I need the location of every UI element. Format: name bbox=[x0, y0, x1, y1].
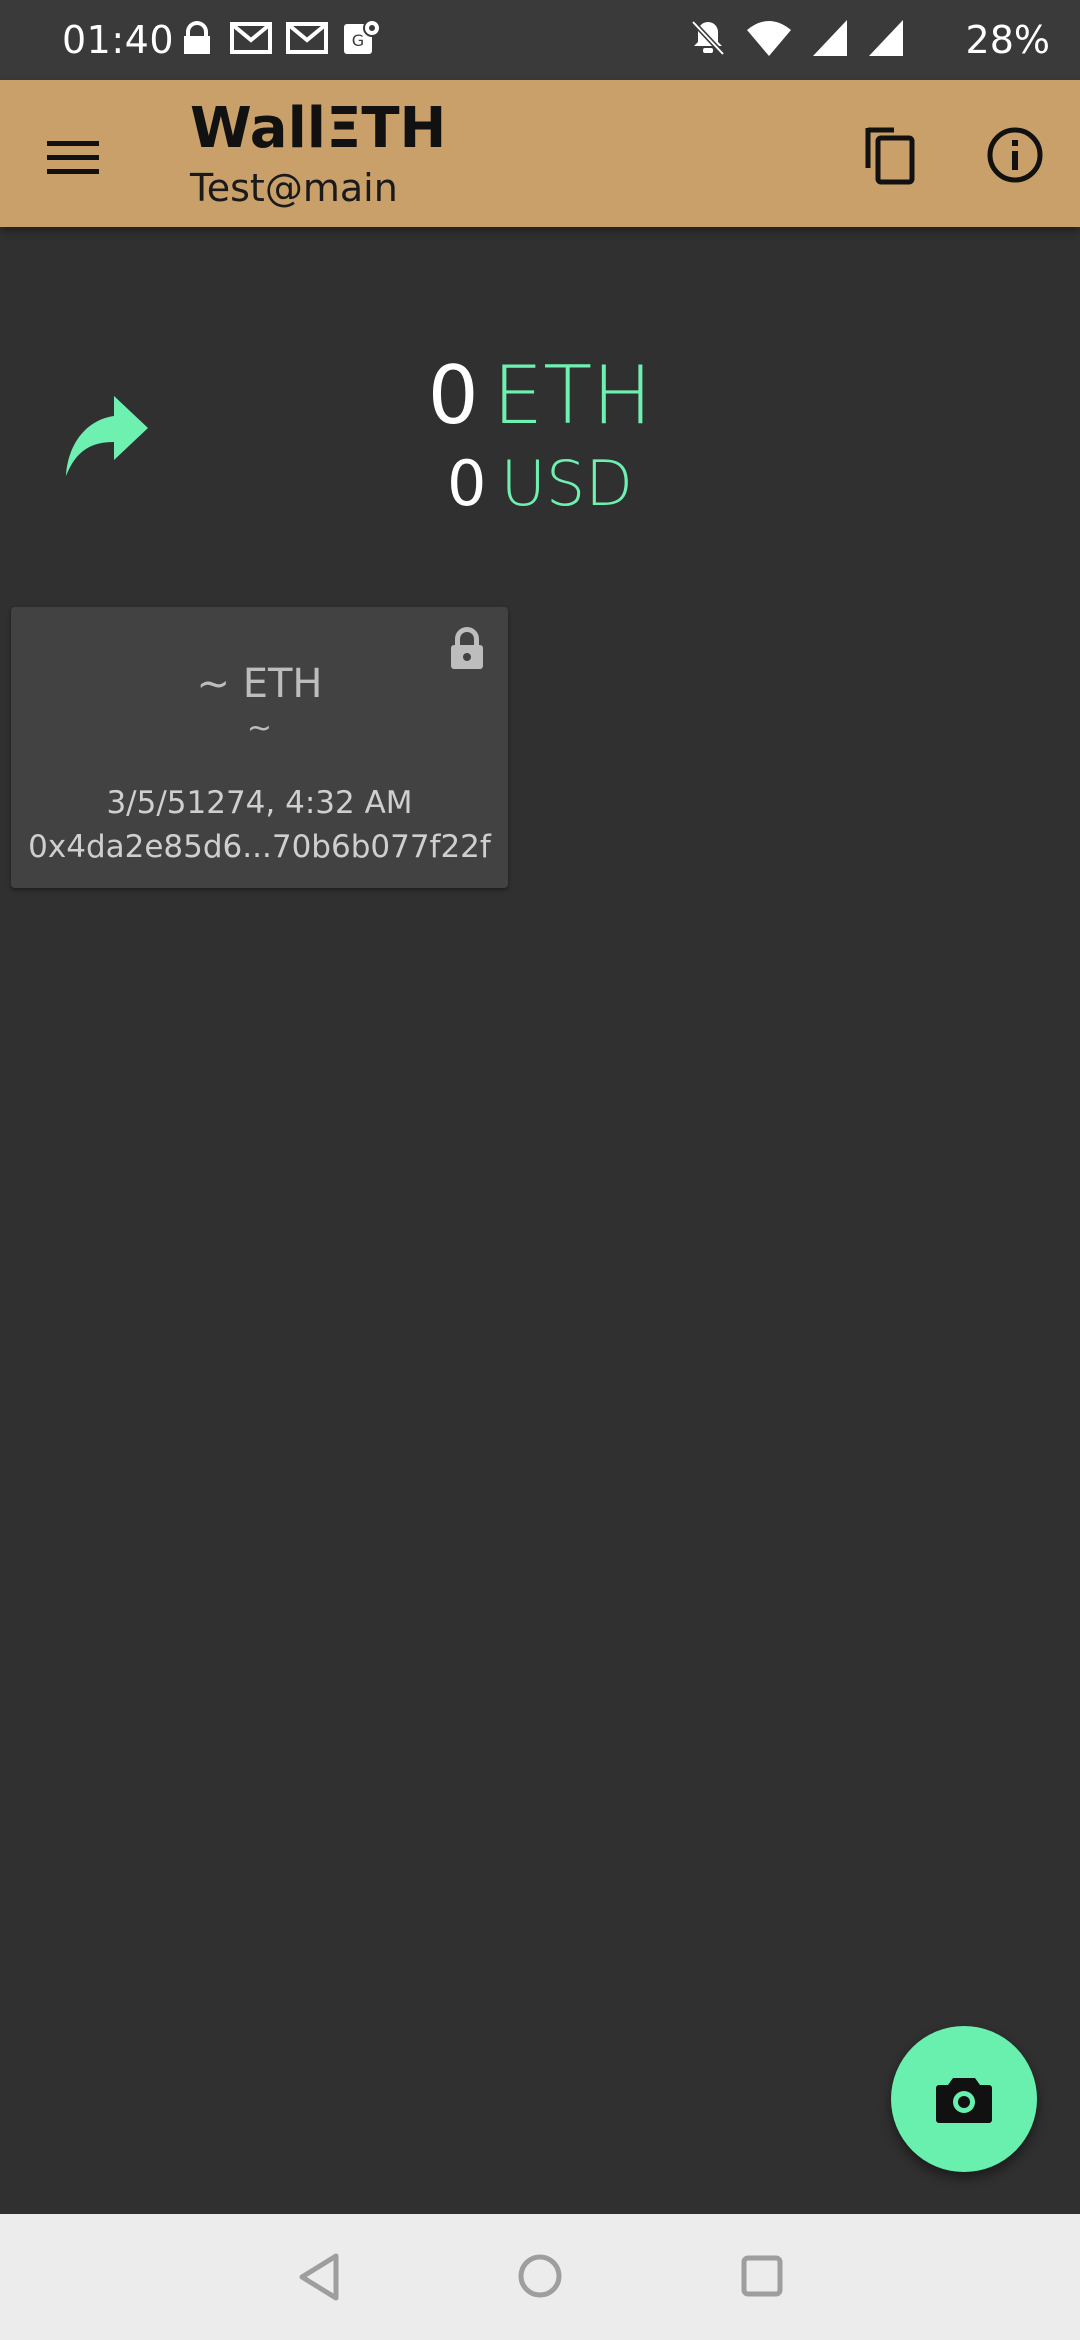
transaction-fiat-value: ~ bbox=[246, 711, 273, 746]
back-icon[interactable] bbox=[296, 2252, 342, 2302]
lock-notification-icon bbox=[184, 21, 210, 54]
transaction-card[interactable]: ~ ETH ~ 3/5/51274, 4:32 AM 0x4da2e85d6..… bbox=[11, 607, 508, 888]
home-icon[interactable] bbox=[516, 2252, 564, 2300]
gmail-icon bbox=[230, 22, 272, 54]
signal-icon bbox=[813, 20, 847, 56]
camera-icon bbox=[936, 2078, 992, 2123]
navigation-bar bbox=[0, 2214, 1080, 2340]
screen: 01:40 G 28% WallΞTH Test@main 0 ETH 0 US… bbox=[0, 0, 1080, 2340]
eth-unit: ETH bbox=[492, 349, 653, 442]
system-icons bbox=[689, 18, 905, 58]
fiat-unit: USD bbox=[500, 447, 633, 520]
svg-text:G: G bbox=[352, 31, 364, 50]
app-title: WallΞTH bbox=[190, 96, 447, 161]
account-name: Test@main bbox=[190, 166, 398, 210]
fiat-balance: 0 USD bbox=[0, 448, 1080, 520]
app-bar: WallΞTH Test@main bbox=[0, 80, 1080, 227]
menu-button[interactable] bbox=[40, 124, 106, 190]
notification-icons: G bbox=[178, 18, 382, 58]
eth-balance: 0 ETH bbox=[0, 350, 1080, 442]
eth-amount: 0 bbox=[427, 349, 479, 442]
recents-icon[interactable] bbox=[740, 2254, 784, 2298]
bell-off-icon bbox=[691, 20, 725, 56]
hamburger-menu-icon bbox=[47, 141, 99, 174]
battery-level: 28% bbox=[965, 18, 1050, 62]
copy-address-button[interactable] bbox=[855, 120, 925, 190]
gmail-icon bbox=[286, 22, 328, 54]
info-button[interactable] bbox=[980, 120, 1050, 190]
status-time: 01:40 bbox=[62, 18, 175, 62]
transaction-value: ~ ETH bbox=[196, 661, 323, 707]
maps-icon: G bbox=[344, 19, 381, 54]
signal-icon bbox=[869, 20, 903, 56]
fiat-amount: 0 bbox=[447, 447, 487, 520]
copy-icon bbox=[865, 127, 915, 185]
transaction-address: 0x4da2e85d6...70b6b077f22f bbox=[28, 829, 491, 865]
status-bar: 01:40 G 28% bbox=[0, 0, 1080, 80]
info-icon bbox=[987, 127, 1043, 183]
transaction-date: 3/5/51274, 4:32 AM bbox=[106, 785, 413, 821]
scan-qr-button[interactable] bbox=[891, 2026, 1037, 2172]
wifi-icon bbox=[747, 21, 791, 56]
